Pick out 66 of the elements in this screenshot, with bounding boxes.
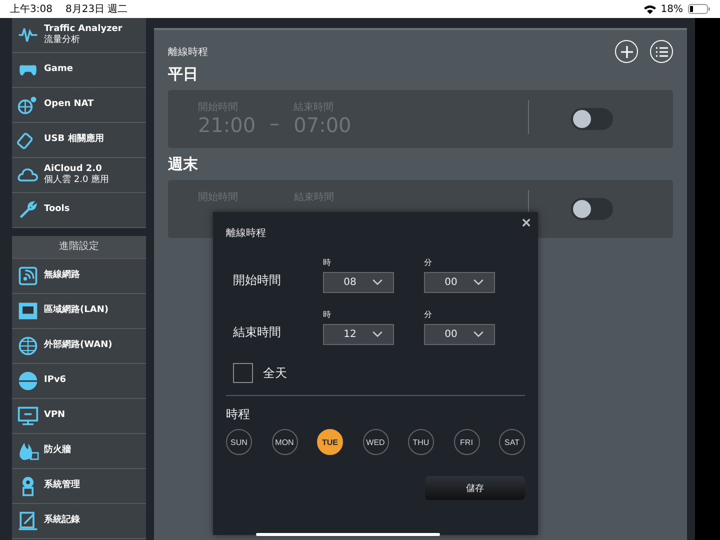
menu-item[interactable]: 無線網路 <box>12 259 146 294</box>
dialog-title: 離線時程 <box>226 226 267 240</box>
list-icon <box>656 46 668 56</box>
menu-header: 進階設定 <box>12 236 146 259</box>
day-button[interactable]: THU <box>408 429 434 455</box>
menu-item[interactable]: 外部網路(WAN) <box>12 329 146 364</box>
chevron-down-icon <box>372 279 384 286</box>
document-pen-icon <box>17 510 39 532</box>
network-port-icon <box>17 300 39 322</box>
monitor-icon <box>17 405 39 427</box>
menu-item[interactable]: Tools <box>12 193 146 228</box>
minute-dropdown[interactable]: 00 <box>424 272 495 293</box>
section-heading: 週末 <box>168 155 199 174</box>
hour-label: 時 <box>323 309 332 320</box>
globe-icon <box>17 335 39 357</box>
day-button[interactable]: MON <box>272 429 298 455</box>
chevron-down-icon <box>473 331 484 338</box>
checkbox[interactable] <box>233 363 253 383</box>
menu-item[interactable]: 防火牆 <box>12 434 146 469</box>
field-label: 結束時間 <box>232 324 282 341</box>
toggle-switch[interactable] <box>571 108 614 130</box>
menu-item[interactable]: VPN <box>12 399 146 434</box>
minute-dropdown[interactable]: 00 <box>424 324 495 345</box>
status-date: 8月23日 週二 <box>65 3 128 16</box>
chevron-down-icon <box>473 279 484 286</box>
hour-label: 時 <box>323 257 332 268</box>
battery-icon <box>688 4 710 14</box>
menu-item[interactable]: 系統管理 <box>12 469 146 504</box>
status-time: 上午3:08 <box>10 2 52 16</box>
menu-item[interactable]: Open NAT <box>12 88 146 123</box>
section-heading: 平日 <box>168 65 199 84</box>
globe-icon <box>17 370 39 392</box>
menu-item[interactable]: 系統記錄 <box>12 504 146 539</box>
field-label: 開始時間 <box>232 272 282 289</box>
menu-item[interactable]: Traffic Analyzer 流量分析 <box>12 18 146 53</box>
plus-icon <box>620 44 634 58</box>
day-button[interactable]: SAT <box>499 429 525 455</box>
minute-label: 分 <box>424 257 433 268</box>
menu-item[interactable]: 區域網路(LAN) <box>12 294 146 329</box>
day-button[interactable]: WED <box>362 429 388 455</box>
checkbox-label: 全天 <box>263 364 287 382</box>
menu-item[interactable]: Game <box>12 53 146 88</box>
schedule-label: 時程 <box>226 406 251 423</box>
hour-dropdown[interactable]: 08 <box>323 272 394 293</box>
globe-icon <box>17 94 39 116</box>
save-button[interactable]: 儲存 <box>425 476 525 500</box>
wifi-icon <box>644 4 656 14</box>
day-button[interactable]: SUN <box>226 429 252 455</box>
wifi-icon <box>17 265 39 287</box>
day-button[interactable]: TUE <box>317 429 343 455</box>
day-button[interactable]: FRI <box>454 429 480 455</box>
flame-icon <box>17 440 39 462</box>
menu-item[interactable]: IPv6 <box>12 364 146 399</box>
menu-item[interactable]: AiCloud 2.0 個人雲 2.0 應用 <box>12 158 146 193</box>
hour-dropdown[interactable]: 12 <box>323 324 394 345</box>
dash-separator: – <box>270 112 280 134</box>
wrench-icon <box>17 199 39 221</box>
list-button[interactable] <box>650 40 674 63</box>
toggle-switch[interactable] <box>571 198 614 220</box>
add-button[interactable] <box>615 40 638 63</box>
battery-percent: 18% <box>660 4 683 14</box>
page-title: 離線時程 <box>168 46 209 58</box>
menu-item[interactable]: USB 相關應用 <box>12 123 146 158</box>
minute-label: 分 <box>424 309 433 320</box>
chevron-down-icon <box>372 331 384 338</box>
close-button[interactable]: × <box>520 215 533 233</box>
